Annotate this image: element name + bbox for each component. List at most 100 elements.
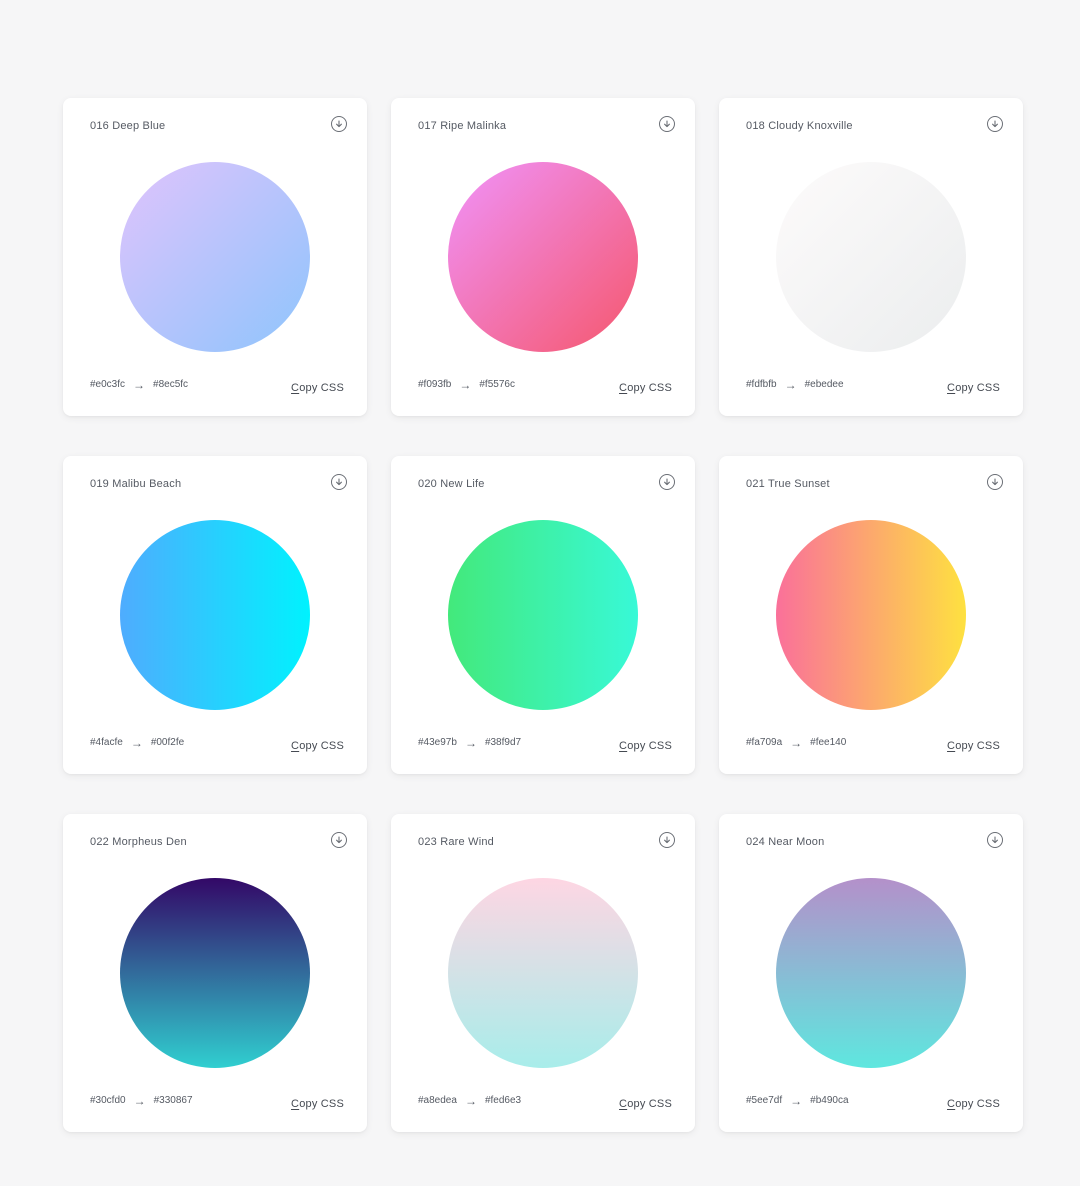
download-icon — [992, 836, 998, 844]
gradient-codes: #f093fb → #f5576c — [418, 377, 515, 392]
copy-css-button[interactable]: Copy CSS — [619, 382, 672, 394]
gradient-name: 022 Morpheus Den — [90, 836, 187, 848]
copy-css-label-first: C — [619, 382, 628, 394]
gradient-name: 019 Malibu Beach — [90, 478, 182, 490]
arrow-icon: → — [784, 377, 797, 392]
download-button[interactable] — [659, 116, 675, 132]
download-icon — [336, 478, 342, 486]
gradient-swatch — [448, 162, 638, 352]
color-to: #ebedee — [804, 379, 844, 390]
gradient-swatch — [776, 878, 966, 1068]
gradient-card: 020 New Life #43e97b → #38f9d7 Copy CSS — [391, 456, 695, 774]
copy-css-label-first: C — [619, 740, 628, 752]
arrow-icon: → — [464, 735, 477, 750]
gradient-codes: #fa709a → #fee140 — [746, 735, 847, 750]
copy-css-label-first: C — [291, 382, 300, 394]
color-to: #38f9d7 — [484, 737, 522, 748]
gradient-swatch — [448, 878, 638, 1068]
copy-css-button[interactable]: Copy CSS — [619, 740, 672, 752]
copy-css-button[interactable]: Copy CSS — [947, 740, 1000, 752]
gradient-name: 018 Cloudy Knoxville — [746, 120, 853, 132]
download-button[interactable] — [987, 474, 1003, 490]
download-button[interactable] — [987, 832, 1003, 848]
gradient-name: 017 Ripe Malinka — [418, 120, 507, 132]
gradient-card: 017 Ripe Malinka #f093fb → #f5576c Copy … — [391, 98, 695, 416]
gradient-codes: #e0c3fc → #8ec5fc — [90, 379, 188, 391]
copy-css-label-first: C — [291, 740, 300, 752]
color-from: #fdfbfb — [746, 379, 777, 390]
gradient-name: 016 Deep Blue — [90, 120, 166, 132]
copy-css-button[interactable]: Copy CSS — [291, 1098, 344, 1110]
gradient-codes: #30cfd0 → #330867 — [90, 1093, 193, 1108]
copy-css-label-first: C — [947, 382, 956, 394]
gradient-swatch — [120, 162, 310, 352]
download-button[interactable] — [331, 116, 347, 132]
gradient-card: 016 Deep Blue #e0c3fc → #8ec5fc Copy CSS — [63, 98, 367, 416]
gradient-grid: 016 Deep Blue #e0c3fc → #8ec5fc Copy CSS… — [63, 98, 1023, 1132]
gradient-card: 018 Cloudy Knoxville #fdfbfb → #ebedee C… — [719, 98, 1023, 416]
copy-css-label-rest: opy CSS — [627, 1098, 672, 1110]
copy-css-button[interactable]: Copy CSS — [291, 740, 344, 752]
copy-css-button[interactable]: Copy CSS — [619, 1098, 672, 1110]
gradient-codes: #5ee7df → #b490ca — [746, 1093, 849, 1108]
download-icon — [664, 120, 670, 128]
download-icon — [664, 478, 670, 486]
download-button[interactable] — [987, 116, 1003, 132]
copy-css-label-first: C — [291, 1098, 300, 1110]
copy-css-label-first: C — [619, 1098, 628, 1110]
gradient-card: 022 Morpheus Den #30cfd0 → #330867 Copy … — [63, 814, 367, 1132]
color-from: #a8edea — [418, 1095, 457, 1106]
color-to: #b490ca — [810, 1095, 849, 1106]
gradient-gallery-page: 016 Deep Blue #e0c3fc → #8ec5fc Copy CSS… — [0, 0, 1080, 1186]
arrow-icon: → — [133, 1093, 146, 1108]
download-icon — [336, 836, 342, 844]
arrow-icon: → — [130, 735, 143, 750]
copy-css-button[interactable]: Copy CSS — [291, 382, 344, 394]
download-button[interactable] — [331, 474, 347, 490]
gradient-card: 021 True Sunset #fa709a → #fee140 Copy C… — [719, 456, 1023, 774]
gradient-card: 019 Malibu Beach #4facfe → #00f2fe Copy … — [63, 456, 367, 774]
download-button[interactable] — [331, 832, 347, 848]
color-from: #43e97b — [418, 737, 457, 748]
gradient-card: 024 Near Moon #5ee7df → #b490ca Copy CSS — [719, 814, 1023, 1132]
copy-css-label-rest: opy CSS — [955, 1098, 1000, 1110]
download-button[interactable] — [659, 474, 675, 490]
copy-css-label-rest: opy CSS — [627, 382, 672, 394]
copy-css-label-rest: opy CSS — [955, 740, 1000, 752]
color-from: #e0c3fc — [90, 379, 126, 390]
copy-css-button[interactable]: Copy CSS — [947, 382, 1000, 394]
color-to: #00f2fe — [150, 737, 185, 748]
gradient-name: 023 Rare Wind — [418, 836, 494, 848]
arrow-icon: → — [790, 1093, 803, 1108]
color-from: #f093fb — [418, 379, 452, 390]
color-from: #4facfe — [90, 737, 123, 748]
copy-css-label-rest: opy CSS — [299, 1098, 344, 1110]
arrow-icon: → — [459, 377, 472, 392]
gradient-swatch — [776, 520, 966, 710]
gradient-swatch — [120, 878, 310, 1068]
color-to: #330867 — [153, 1095, 193, 1106]
gradient-swatch — [776, 162, 966, 352]
color-to: #fed6e3 — [484, 1095, 522, 1106]
gradient-name: 024 Near Moon — [746, 836, 825, 848]
arrow-icon: → — [790, 735, 803, 750]
color-from: #5ee7df — [746, 1095, 783, 1106]
arrow-icon: → — [464, 1093, 477, 1108]
gradient-codes: #43e97b → #38f9d7 — [418, 735, 522, 750]
color-to: #fee140 — [810, 737, 847, 748]
color-from: #30cfd0 — [90, 1095, 126, 1106]
download-button[interactable] — [659, 832, 675, 848]
download-icon — [336, 120, 342, 128]
gradient-codes: #a8edea → #fed6e3 — [418, 1093, 522, 1108]
color-to: #f5576c — [479, 379, 515, 390]
copy-css-label-rest: opy CSS — [627, 740, 672, 752]
download-icon — [992, 478, 998, 486]
gradient-card: 023 Rare Wind #a8edea → #fed6e3 Copy CSS — [391, 814, 695, 1132]
copy-css-button[interactable]: Copy CSS — [947, 1098, 1000, 1110]
gradient-codes: #fdfbfb → #ebedee — [746, 377, 844, 392]
gradient-codes: #4facfe → #00f2fe — [90, 735, 185, 750]
copy-css-label-rest: opy CSS — [299, 382, 344, 394]
gradient-name: 020 New Life — [418, 478, 485, 490]
color-from: #fa709a — [746, 737, 783, 748]
gradient-name: 021 True Sunset — [746, 478, 830, 490]
